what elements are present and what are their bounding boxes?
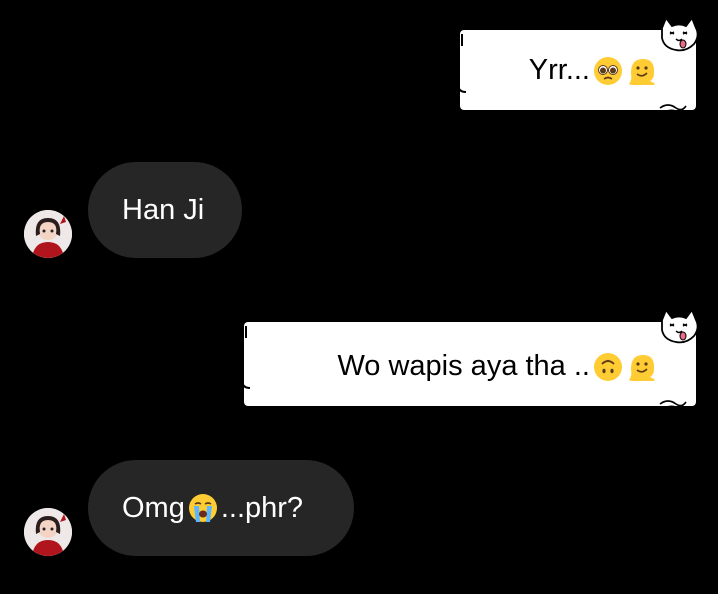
scroll-tail-decoration	[659, 400, 687, 410]
scroll-tail-decoration	[659, 104, 687, 114]
loudly-crying-face-emoji	[188, 494, 217, 522]
scroll-curl-decoration	[241, 312, 253, 389]
melting-face-emoji	[629, 354, 655, 381]
pleading-face-emoji	[594, 56, 622, 85]
message-text: Han Ji	[122, 193, 205, 226]
upside-down-face-emoji	[594, 352, 622, 381]
message-text: ...phr?	[220, 491, 304, 524]
avatar[interactable]	[24, 508, 72, 556]
cat-sticker-icon	[661, 308, 699, 344]
scroll-curl-decoration	[457, 20, 469, 93]
avatar[interactable]	[24, 210, 72, 258]
melting-face-emoji	[629, 58, 655, 85]
chat-thread: Yrr... Han Ji Wo wapis aya tha .. Omg ..…	[0, 0, 718, 594]
message-text: Yrr...	[528, 54, 590, 86]
avatar-image	[24, 508, 72, 556]
received-message-bubble[interactable]: Han Ji	[88, 162, 242, 258]
avatar-image	[24, 210, 72, 258]
message-text: Wo wapis aya tha ..	[337, 350, 590, 382]
received-message-bubble[interactable]: Omg ...phr?	[88, 460, 354, 556]
sent-message-bubble[interactable]: Wo wapis aya tha ..	[241, 308, 699, 410]
cat-sticker-icon	[661, 16, 699, 52]
sent-message-bubble[interactable]: Yrr...	[457, 16, 699, 114]
message-text: Omg	[122, 491, 185, 524]
